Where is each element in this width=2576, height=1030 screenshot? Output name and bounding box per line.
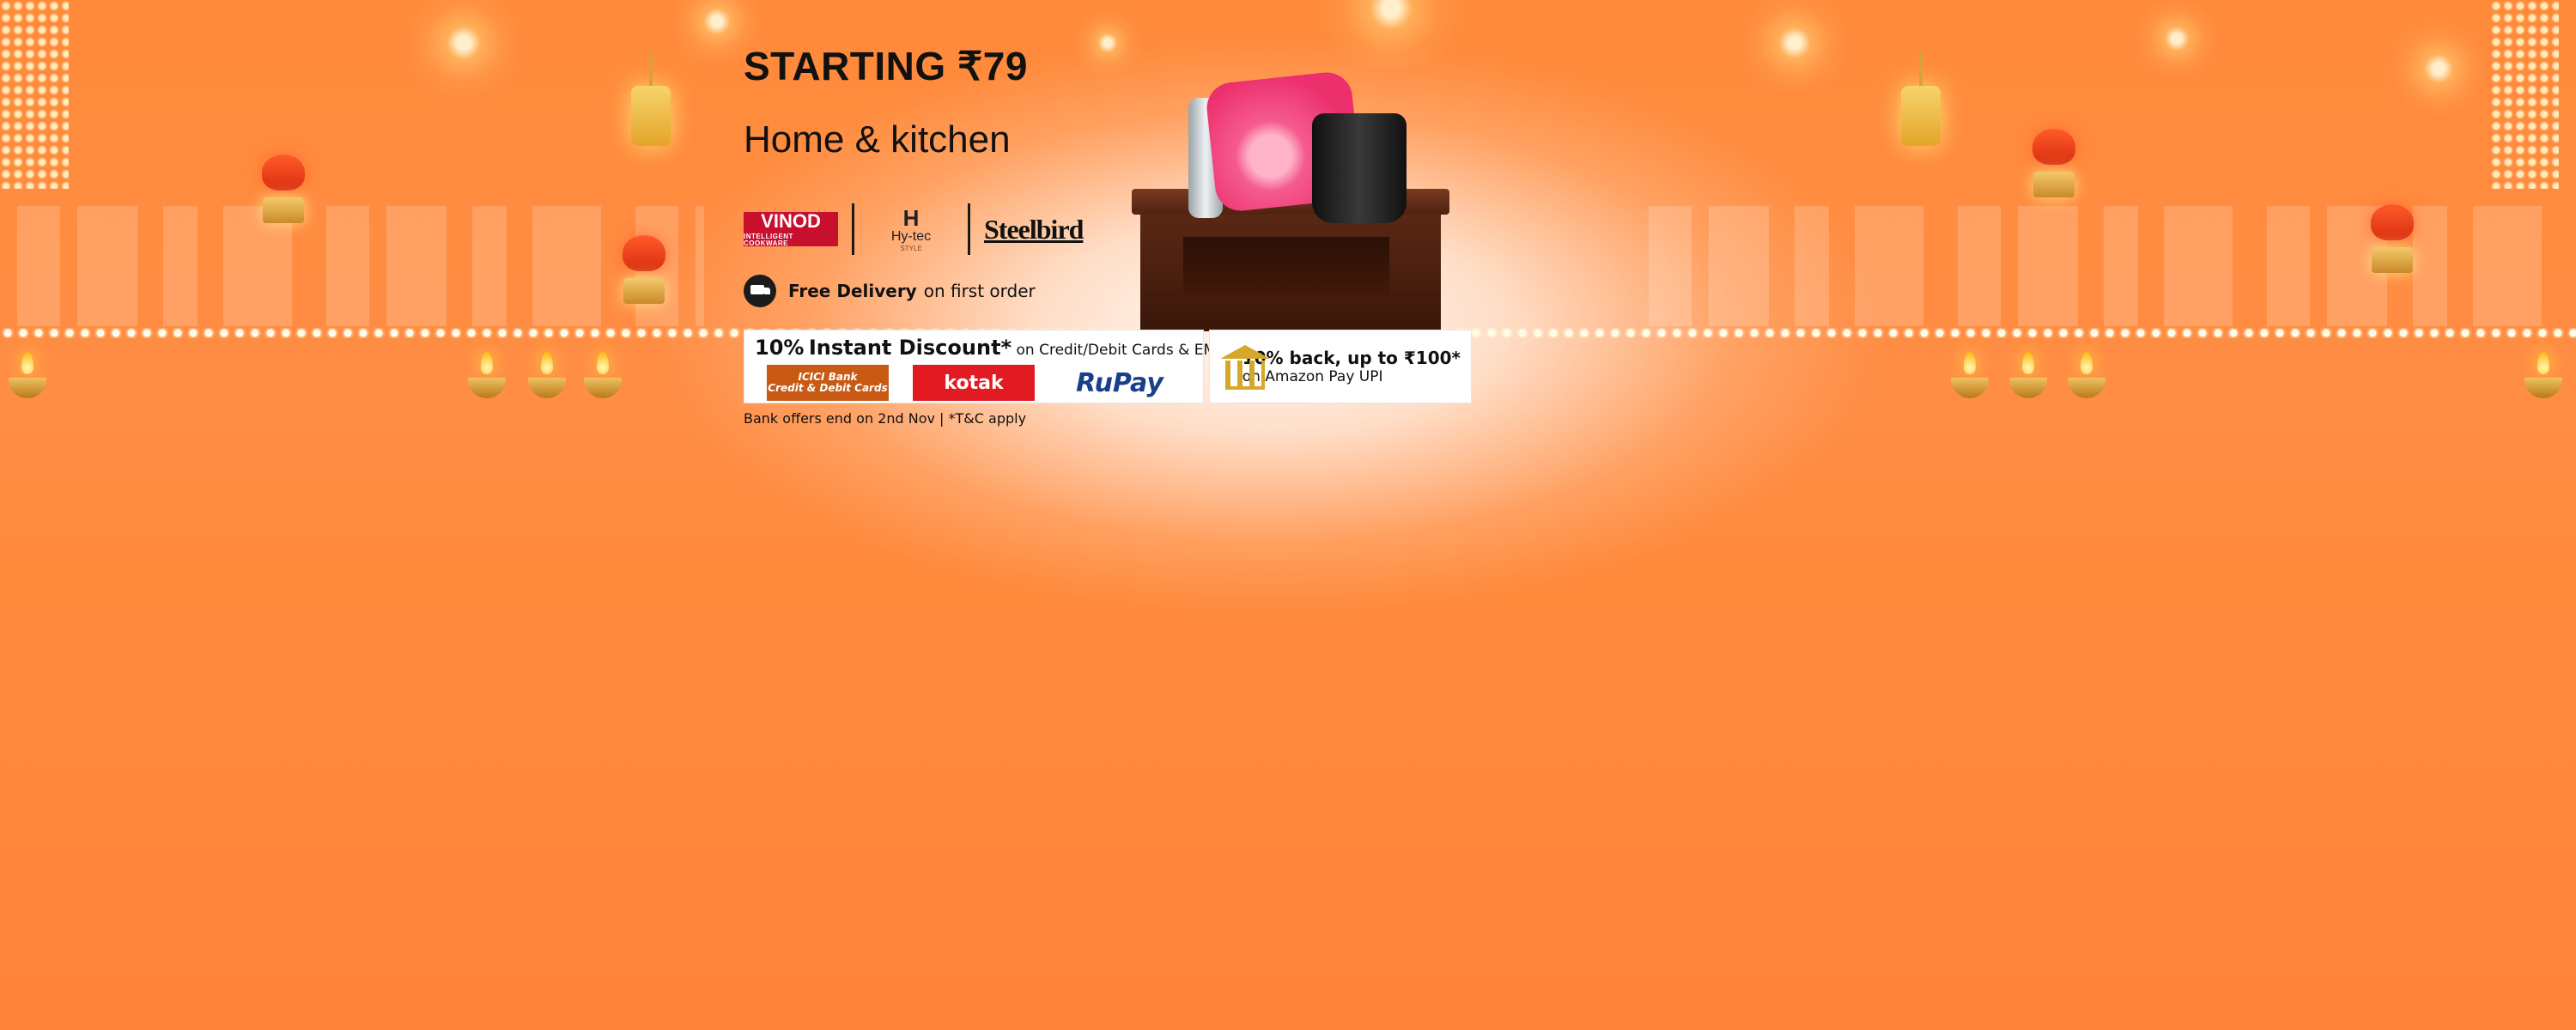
diya-decoration: [2524, 352, 2562, 400]
brand-steelbird-logo: Steelbird: [984, 213, 1084, 245]
bank-icon: [1220, 345, 1269, 390]
firework-decoration: [2129, 0, 2224, 77]
instant-discount-offer: 10% Instant Discount* on Credit/Debit Ca…: [744, 330, 1220, 403]
kotak-bank-logo: kotak: [913, 365, 1035, 401]
product-image: [1132, 69, 1458, 331]
firework-decoration: [1073, 9, 1142, 77]
category-title: Home & kitchen: [744, 118, 1011, 161]
sky-lantern-gift-decoration: [2026, 129, 2081, 197]
skyline-decoration: [1631, 206, 2576, 326]
firework-decoration: [1305, 0, 1477, 69]
sky-lantern-gift-decoration: [256, 154, 311, 223]
brand-vinod-logo: VINOD INTELLIGENT COOKWARE: [744, 211, 838, 246]
sky-lantern-gift-decoration: [617, 235, 671, 304]
truck-icon: [744, 275, 776, 307]
bank-offers: 10% Instant Discount* on Credit/Debit Ca…: [744, 330, 1472, 403]
sky-lantern-gift-decoration: [2365, 204, 2420, 273]
firework-decoration: [404, 0, 524, 103]
diya-decoration: [2068, 352, 2105, 400]
hanging-lights-decoration: [0, 0, 69, 189]
diya-decoration: [468, 352, 506, 400]
lantern-decoration: [631, 52, 671, 146]
diya-decoration: [528, 352, 566, 400]
diya-decoration: [1951, 352, 1989, 400]
divider: [968, 203, 970, 255]
kettle: [1312, 113, 1406, 223]
skyline-decoration: [0, 206, 704, 326]
brand-hytec-logo: H Hy-tec STYLE: [890, 204, 932, 252]
icici-bank-logo: ICICI Bank Credit & Debit Cards: [767, 365, 889, 401]
diya-decoration: [584, 352, 622, 400]
brand-logos: VINOD INTELLIGENT COOKWARE H Hy-tec STYL…: [744, 197, 1084, 261]
free-delivery-note: Free Delivery on first order: [744, 275, 1036, 307]
divider: [852, 203, 854, 255]
diya-decoration: [2009, 352, 2047, 400]
hanging-lights-decoration: [2490, 0, 2559, 189]
firework-decoration: [2387, 17, 2490, 120]
terms-note: Bank offers end on 2nd Nov | *T&C apply: [744, 410, 1027, 427]
promo-banner[interactable]: STARTING ₹79 Home & kitchen VINOD INTELL…: [0, 0, 2576, 1030]
firework-decoration: [1735, 0, 1855, 94]
headline: STARTING ₹79: [744, 44, 1028, 88]
lantern-decoration: [1901, 52, 1941, 146]
rupay-logo: RuPay: [1076, 367, 1163, 398]
amazon-pay-upi-offer: 10% back, up to ₹100* on Amazon Pay UPI: [1209, 330, 1472, 403]
diya-decoration: [9, 352, 46, 400]
